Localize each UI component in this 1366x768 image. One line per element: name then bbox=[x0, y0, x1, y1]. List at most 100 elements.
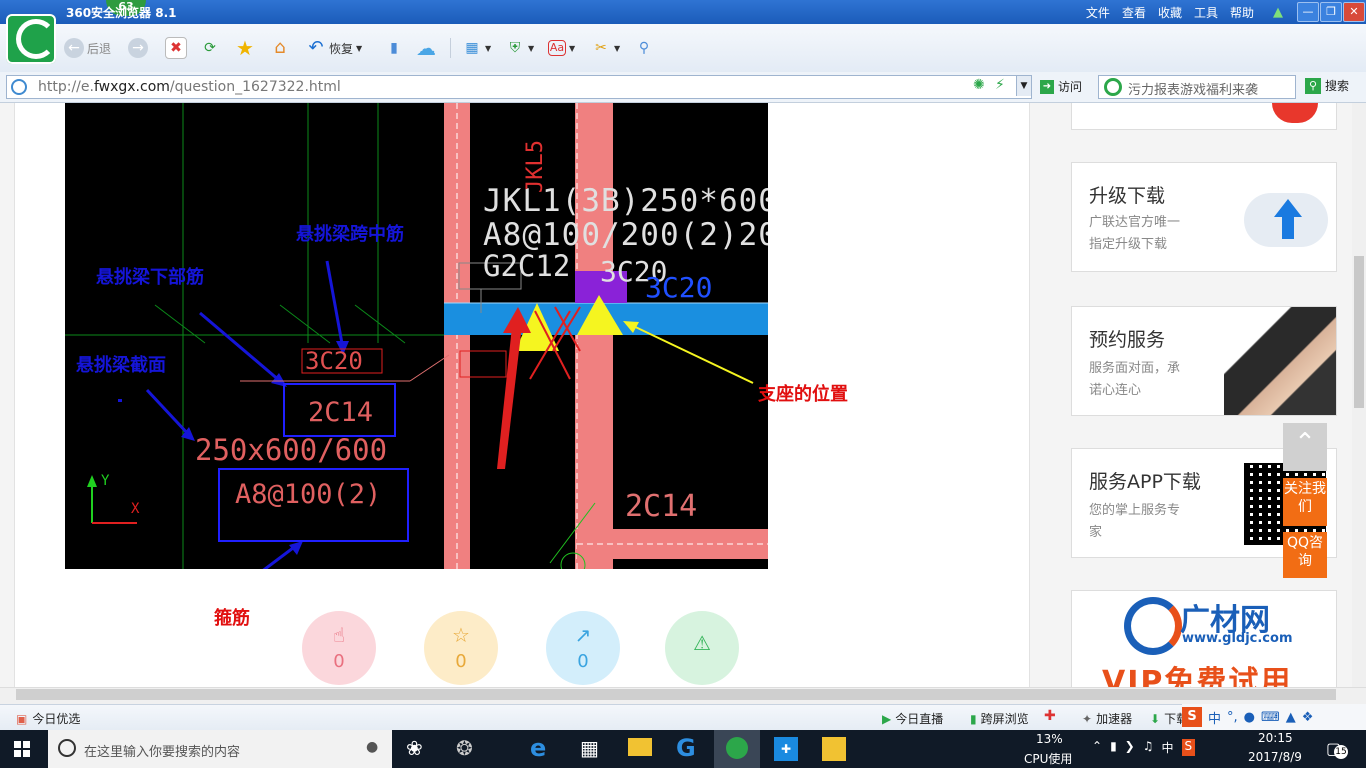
close-button[interactable]: ✕ bbox=[1343, 2, 1365, 22]
volume-icon[interactable]: ♫ bbox=[1143, 739, 1154, 756]
stop-icon: ✖ bbox=[165, 37, 187, 59]
ime-toolbar[interactable]: S 中 °, ● ⌨ ▲ ❖ bbox=[1182, 704, 1366, 730]
search-input[interactable]: 污力报表游戏福利来袭 bbox=[1128, 79, 1258, 98]
phone-button[interactable]: ▮ bbox=[384, 36, 404, 60]
menu-favorites[interactable]: 收藏 bbox=[1158, 4, 1182, 21]
back-button[interactable]: ← 后退 bbox=[64, 36, 111, 60]
app-swirl-icon[interactable]: ❂ bbox=[456, 736, 473, 760]
menu-view[interactable]: 查看 bbox=[1122, 4, 1146, 21]
sogou-tray-icon[interactable]: S bbox=[1181, 739, 1196, 756]
go-arrow-icon: ➜ bbox=[1040, 79, 1054, 94]
shirt-icon[interactable]: ▲ bbox=[1273, 5, 1283, 20]
annotation-midspan-rebar: 悬挑梁跨中筋 bbox=[296, 224, 404, 245]
today-picks[interactable]: ▣ 今日优选 bbox=[16, 710, 80, 727]
browser-logo[interactable] bbox=[6, 14, 56, 64]
favorite-button[interactable]: ★ bbox=[235, 36, 255, 60]
store-icon[interactable]: ▦ bbox=[580, 736, 599, 760]
menu-help[interactable]: 帮助 bbox=[1230, 4, 1254, 21]
cad-label-stirrup: A8@100(2) bbox=[235, 479, 382, 510]
app-title: 服务APP下载 bbox=[1089, 471, 1201, 493]
text-icon: Aa bbox=[548, 40, 566, 56]
shield-icon: ⛨ bbox=[509, 40, 521, 56]
clock-time[interactable]: 20:15 bbox=[1258, 731, 1293, 745]
thumb-up-icon: ☝ bbox=[332, 623, 346, 647]
horizontal-scrollbar-thumb[interactable] bbox=[16, 689, 1336, 700]
glodon-icon[interactable]: G bbox=[676, 734, 696, 762]
vertical-scrollbar-thumb[interactable] bbox=[1354, 256, 1364, 408]
sidebar-card-booking[interactable]: 预约服务 服务面对面，承 诺心连心 bbox=[1071, 306, 1337, 416]
search-engine-icon[interactable] bbox=[1104, 78, 1122, 96]
app-plus-icon[interactable]: ✚ bbox=[774, 737, 798, 761]
star-icon: ★ bbox=[236, 36, 254, 60]
undo-icon: ↶ bbox=[308, 37, 324, 58]
wifi-icon[interactable]: ❯ bbox=[1125, 739, 1135, 756]
app-desc-1: 您的掌上服务专 bbox=[1089, 503, 1181, 518]
refresh-button[interactable]: ⟳ bbox=[200, 36, 220, 60]
home-button[interactable]: ⌂ bbox=[270, 36, 290, 60]
grid-icon: ▦ bbox=[465, 40, 479, 56]
accelerator[interactable]: ✦ 加速器 bbox=[1082, 710, 1132, 727]
plugin-icon[interactable]: ✚ bbox=[1044, 708, 1056, 724]
task-view-icon[interactable]: ❀ bbox=[406, 736, 423, 760]
translate-button[interactable]: Aa ▼ bbox=[548, 36, 575, 60]
today-live[interactable]: ▶ 今日直播 bbox=[882, 710, 943, 727]
phone-icon: ▮ bbox=[390, 40, 398, 56]
tray-icons[interactable]: ⌃ ▮ ❯ ♫ 中 S bbox=[1092, 739, 1196, 756]
battery-icon[interactable]: ▮ bbox=[1110, 739, 1117, 756]
action-warning-button[interactable]: ⚠ bbox=[665, 611, 739, 685]
upgrade-desc-1: 广联达官方唯一 bbox=[1089, 215, 1181, 230]
cpu-percent: 13% bbox=[1036, 732, 1063, 746]
minimize-button[interactable]: — bbox=[1297, 2, 1319, 22]
star-icon: ☆ bbox=[452, 623, 470, 647]
menu-tools[interactable]: 工具 bbox=[1194, 4, 1218, 21]
search-button[interactable]: ⚲ 搜索 bbox=[1305, 77, 1349, 94]
lightning-icon[interactable]: ⚡ bbox=[995, 77, 1005, 93]
follow-us-button[interactable]: 关注我们 bbox=[1283, 478, 1327, 526]
cloud-button[interactable]: ☁ bbox=[416, 36, 436, 60]
search-icon: ⚲ bbox=[1305, 77, 1321, 94]
cad-label-2c14-right: 2C14 bbox=[625, 489, 698, 524]
action-star-button[interactable]: ☆ 0 bbox=[424, 611, 498, 685]
screenshot-button[interactable]: ✂ ▼ bbox=[591, 36, 620, 60]
browser-taskbar-active[interactable] bbox=[714, 730, 760, 768]
upgrade-title: 升级下载 bbox=[1089, 185, 1166, 207]
apps-button[interactable]: ▦ ▼ bbox=[462, 36, 491, 60]
taskbar-search-text[interactable]: 在这里输入你要搜索的内容 bbox=[84, 741, 240, 760]
chevron-up-icon[interactable]: ⌃ bbox=[1092, 739, 1102, 756]
clock-date[interactable]: 2017/8/9 bbox=[1248, 750, 1302, 764]
microphone-icon[interactable]: ● bbox=[366, 739, 378, 755]
back-to-top-button[interactable]: ⌃ bbox=[1283, 423, 1327, 471]
address-url[interactable]: http://e.fwxgx.com/question_1627322.html bbox=[38, 79, 341, 95]
folder-icon[interactable] bbox=[628, 738, 652, 756]
booking-desc-1: 服务面对面，承 bbox=[1089, 361, 1181, 376]
cross-screen[interactable]: ▮ 跨屏浏览 bbox=[970, 710, 1029, 727]
magnifier-icon: ⚲ bbox=[638, 40, 650, 56]
forward-button[interactable]: → bbox=[128, 36, 148, 60]
sogou-icon: S bbox=[1182, 707, 1202, 727]
stop-button[interactable]: ✖ bbox=[165, 36, 187, 60]
visit-button[interactable]: ➜ 访问 bbox=[1040, 78, 1082, 95]
forward-arrow-icon: → bbox=[128, 38, 148, 58]
cad-axis-y: Y bbox=[101, 473, 110, 489]
handshake-image bbox=[1224, 307, 1336, 415]
action-thumb-up-button[interactable]: ☝ 0 bbox=[302, 611, 376, 685]
annotation-stirrup: 箍筋 bbox=[214, 608, 250, 629]
menu-file[interactable]: 文件 bbox=[1086, 4, 1110, 21]
sidebar-card-upgrade[interactable]: 升级下载 广联达官方唯一 指定升级下载 bbox=[1071, 162, 1337, 272]
ime-indicator[interactable]: 中 bbox=[1162, 739, 1174, 756]
maximize-button[interactable]: ❐ bbox=[1320, 2, 1342, 22]
download-icon: ⬇ bbox=[1150, 711, 1161, 726]
notepad-icon[interactable] bbox=[822, 737, 846, 761]
skin-icon: ▲ bbox=[1285, 709, 1296, 725]
restore-button[interactable]: ↶ 恢复 ▼ bbox=[306, 36, 362, 60]
windows-start-button[interactable] bbox=[14, 741, 30, 757]
zoom-button[interactable]: ⚲ bbox=[634, 36, 654, 60]
sidebar-card-ad[interactable]: 广材网 www.gldjc.com VIP免费试用 bbox=[1071, 590, 1337, 700]
edge-icon[interactable]: e bbox=[530, 734, 546, 762]
address-dropdown[interactable]: ▼ bbox=[1016, 76, 1031, 96]
qq-consult-button[interactable]: QQ咨询 bbox=[1283, 532, 1327, 578]
notification-center[interactable]: ▢15 bbox=[1326, 739, 1350, 759]
action-share-button[interactable]: ↗ 0 bbox=[546, 611, 620, 685]
security-button[interactable]: ⛨ ▼ bbox=[505, 36, 534, 60]
keyboard-icon: ⌨ bbox=[1261, 709, 1280, 725]
